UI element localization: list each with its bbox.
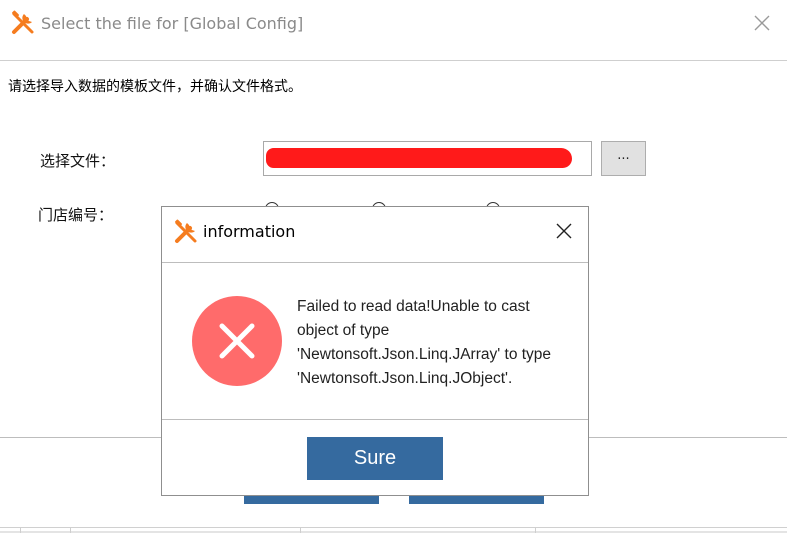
main-title-bar: Select the file for [Global Config] xyxy=(0,0,787,48)
main-action-button-2[interactable] xyxy=(409,496,544,504)
error-message: Failed to read data!Unable to cast objec… xyxy=(297,298,552,387)
dialog-title-divider xyxy=(162,262,588,263)
store-number-label: 门店编号： xyxy=(38,206,114,224)
main-action-button-1[interactable] xyxy=(244,496,379,504)
tools-icon xyxy=(173,219,199,245)
table-header-border xyxy=(0,527,787,528)
dialog-footer-divider xyxy=(162,419,588,420)
dialog-title-bar: information xyxy=(162,207,588,262)
dialog-title: information xyxy=(203,222,296,241)
close-icon xyxy=(556,223,572,239)
tools-icon xyxy=(10,10,36,36)
table-column-divider xyxy=(535,527,536,533)
close-icon xyxy=(754,15,770,31)
instructions-text: 请选择导入数据的模板文件，并确认文件格式。 xyxy=(8,79,302,95)
dialog-close-button[interactable] xyxy=(549,217,579,245)
information-dialog: information Failed to read data!Unable t… xyxy=(161,206,589,496)
error-icon xyxy=(192,296,282,386)
title-divider xyxy=(0,60,787,61)
browse-button[interactable]: ... xyxy=(601,141,646,176)
sure-button[interactable]: Sure xyxy=(307,437,443,480)
table-column-divider xyxy=(300,527,301,533)
window-title: Select the file for [Global Config] xyxy=(41,14,304,33)
table-column-divider xyxy=(70,527,71,533)
close-button[interactable] xyxy=(746,8,778,38)
table-column-divider xyxy=(20,527,21,533)
select-file-label: 选择文件： xyxy=(40,152,116,170)
redaction-mark xyxy=(266,148,572,168)
